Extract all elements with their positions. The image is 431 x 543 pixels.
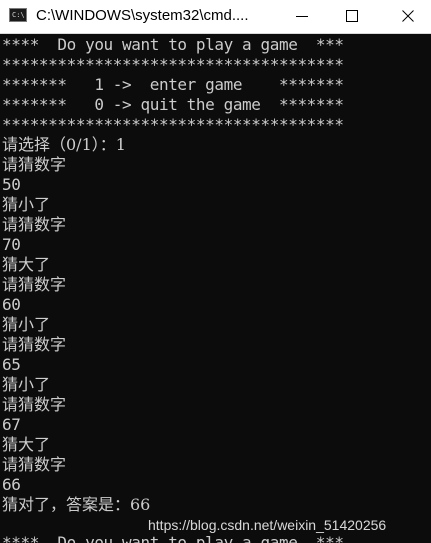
minimize-button[interactable] (279, 0, 325, 32)
watermark: https://blog.csdn.net/weixin_51420256 (148, 517, 387, 533)
console-line: 请猜数字 (2, 335, 67, 354)
console-line: 请猜数字 (2, 155, 67, 174)
console-line: 猜大了 (2, 435, 51, 454)
console-line: ************************************* (2, 55, 344, 74)
cmd-app-icon-label: C:\ (12, 11, 25, 19)
console-line: 猜对了，答案是：66 (2, 495, 151, 514)
console-line: **** Do you want to play a game *** (2, 35, 344, 54)
cmd-app-icon[interactable]: C:\ (9, 8, 27, 22)
console-line: 60 (2, 295, 21, 314)
console-line: ******* 1 -> enter game ******* (2, 75, 344, 94)
maximize-button[interactable] (329, 0, 375, 32)
title-bar[interactable]: C:\ C:\WINDOWS\system32\cmd.... (0, 0, 431, 34)
console-line: 66 (2, 475, 21, 494)
console-line: 70 (2, 235, 21, 254)
close-icon (402, 10, 414, 22)
console-line: 请猜数字 (2, 275, 67, 294)
console-line: 请猜数字 (2, 215, 67, 234)
console-line: ******* 0 -> quit the game ******* (2, 95, 344, 114)
console-line: 猜大了 (2, 255, 51, 274)
console-line: 50 (2, 175, 21, 194)
console-line: 65 (2, 355, 21, 374)
console-line: 请选择（0/1）：1 (2, 135, 126, 154)
minimize-icon (296, 16, 308, 17)
console-line: ************************************* (2, 115, 344, 134)
console-line: 猜小了 (2, 375, 51, 394)
cmd-window: C:\ C:\WINDOWS\system32\cmd.... **** Do … (0, 0, 431, 543)
close-button[interactable] (385, 0, 431, 32)
console-line: 请猜数字 (2, 395, 67, 414)
console-output[interactable]: **** Do you want to play a game *** ****… (0, 34, 431, 543)
maximize-icon (346, 10, 358, 22)
console-line: 猜小了 (2, 195, 51, 214)
console-line: 猜小了 (2, 315, 51, 334)
console-line: 请猜数字 (2, 455, 67, 474)
vertical-scrollbar[interactable] (417, 34, 431, 543)
console-line: 67 (2, 415, 21, 434)
window-title: C:\WINDOWS\system32\cmd.... (36, 7, 249, 24)
